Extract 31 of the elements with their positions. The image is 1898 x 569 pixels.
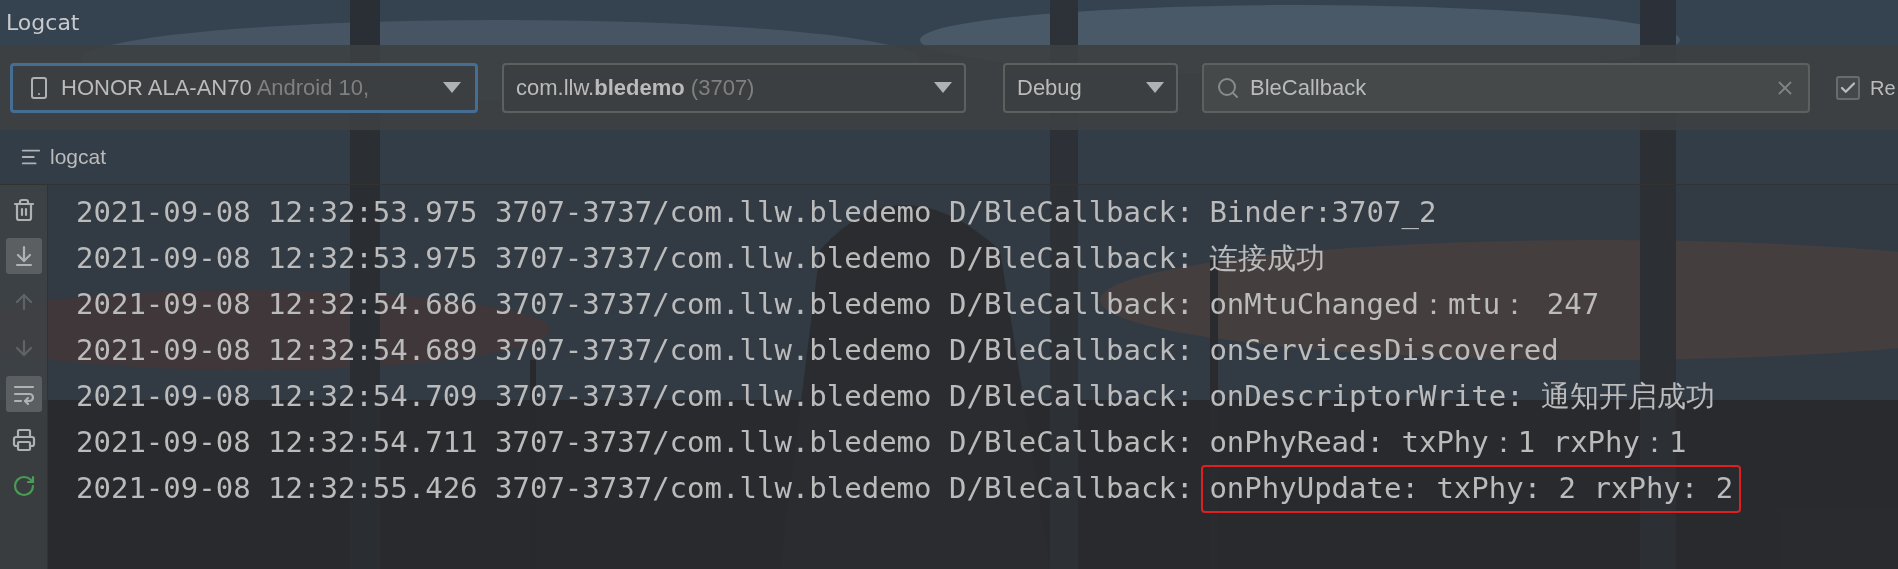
- scroll-to-end-icon[interactable]: [5, 238, 42, 274]
- search-input[interactable]: BleCallback: [1250, 71, 1764, 104]
- log-message: Binder:3707_2: [1208, 194, 1438, 232]
- log-line-header: 2021-09-08 12:32:54.686 3707-3737/com.llw.bledemo D/BleCallback:: [76, 286, 1194, 324]
- caret-icon: [443, 82, 461, 93]
- log-line-header: 2021-09-08 12:32:54.709 3707-3737/com.llw.bledemo D/BleCallback:: [76, 378, 1194, 416]
- log-line-header: 2021-09-08 12:32:53.975 3707-3737/com.llw.bledemo D/BleCallback:: [76, 240, 1194, 278]
- log-line-header: 2021-09-08 12:32:54.711 3707-3737/com.llw.bledemo D/BleCallback:: [76, 424, 1194, 462]
- log-line-header: 2021-09-08 12:32:55.426 3707-3737/com.llw.bledemo D/BleCallback:: [76, 470, 1194, 508]
- search-field[interactable]: BleCallback: [1202, 62, 1810, 113]
- log-message: onPhyRead: txPhy：1 rxPhy：1: [1208, 424, 1688, 462]
- log-line-header: 2021-09-08 12:32:54.689 3707-3737/com.llw.bledemo D/BleCallback:: [76, 332, 1194, 370]
- window-title: Logcat: [6, 9, 80, 37]
- caret-icon: [1146, 82, 1164, 93]
- caret-icon: [934, 82, 952, 93]
- highlighted-log-message: onPhyUpdate: txPhy: 2 rxPhy: 2: [1201, 465, 1742, 513]
- process-name: com.llw.bledemo (3707): [516, 74, 756, 102]
- log-message: onMtuChanged：mtu： 247: [1208, 286, 1601, 324]
- log-message: onDescriptorWrite: 通知开启成功: [1208, 378, 1717, 416]
- regex-checkbox[interactable]: [1836, 75, 1860, 100]
- device-name: HONOR ALA-AN70 Android 10,: [61, 74, 371, 102]
- logcat-tab[interactable]: logcat: [50, 141, 107, 173]
- log-message: onServicesDiscovered: [1208, 332, 1560, 370]
- search-icon: [1216, 75, 1240, 100]
- regex-label: Re: [1870, 75, 1896, 101]
- log-line-header: 2021-09-08 12:32:53.975 3707-3737/com.llw.bledemo D/BleCallback:: [76, 194, 1194, 232]
- log-message: 连接成功: [1208, 240, 1327, 278]
- log-level-dropdown[interactable]: Debug: [1003, 62, 1178, 113]
- wrap-icon[interactable]: [5, 376, 42, 412]
- process-dropdown[interactable]: com.llw.bledemo (3707): [502, 62, 966, 113]
- device-dropdown[interactable]: HONOR ALA-AN70 Android 10,: [10, 62, 478, 113]
